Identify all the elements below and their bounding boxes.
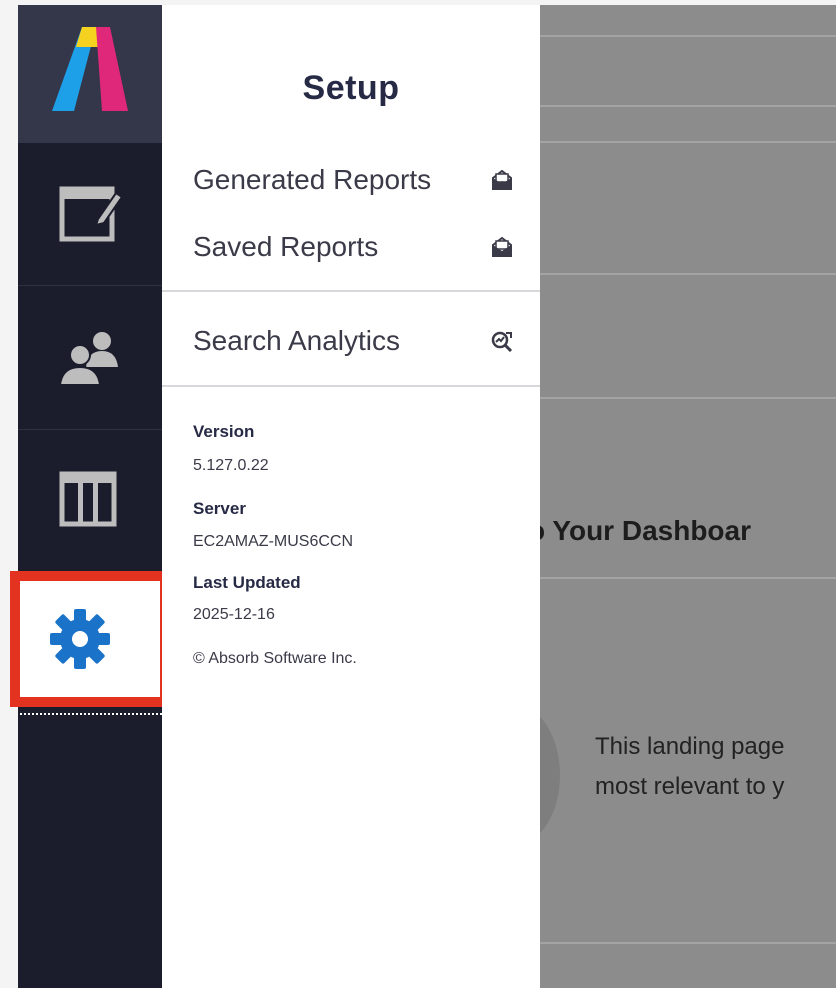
menu-item-search-analytics[interactable]: Search Analytics xyxy=(193,321,513,361)
bg-divider xyxy=(540,397,836,399)
edit-window-icon xyxy=(59,186,124,242)
menu-item-saved-reports[interactable]: Saved Reports xyxy=(193,227,513,267)
menu-divider xyxy=(162,290,540,292)
bg-divider xyxy=(540,141,836,143)
bg-divider xyxy=(540,577,836,579)
dashboard-text: This landing page xyxy=(595,733,785,760)
bg-illustration xyxy=(540,705,560,845)
users-icon xyxy=(58,332,118,386)
last-updated-label: Last Updated xyxy=(193,573,301,592)
menu-item-label: Generated Reports xyxy=(193,164,432,195)
dashboard-heading: o Your Dashboar xyxy=(540,515,752,546)
absorb-logo[interactable] xyxy=(18,5,162,143)
bg-divider xyxy=(540,273,836,275)
setup-panel: Setup Generated Reports Saved Reports Se… xyxy=(162,5,540,988)
columns-icon xyxy=(59,471,117,527)
dashboard-overlay[interactable]: o Your Dashboar This landing page most r… xyxy=(540,5,836,988)
open-envelope-icon xyxy=(492,169,512,190)
version-value: 5.127.0.22 xyxy=(193,457,269,474)
menu-item-generated-reports[interactable]: Generated Reports xyxy=(193,160,513,200)
nav-users[interactable] xyxy=(18,287,162,430)
bg-divider xyxy=(540,105,836,107)
bg-divider xyxy=(540,35,836,37)
nav-setup[interactable] xyxy=(10,571,170,707)
open-envelope-icon xyxy=(492,236,512,257)
nav-edit[interactable] xyxy=(18,143,162,286)
menu-item-label: Saved Reports xyxy=(193,231,379,262)
nav-columns[interactable] xyxy=(18,430,162,573)
copyright-text: © Absorb Software Inc. xyxy=(193,650,357,667)
left-nav-rail xyxy=(10,5,170,988)
menu-item-label: Search Analytics xyxy=(193,325,400,356)
focus-outline xyxy=(20,713,162,715)
server-value: EC2AMAZ-MUS6CCN xyxy=(193,533,354,550)
dashboard-text: most relevant to y xyxy=(595,773,785,800)
absorb-logo-icon xyxy=(52,27,128,111)
search-analytics-icon xyxy=(491,331,513,352)
server-label: Server xyxy=(193,499,246,518)
bg-divider xyxy=(540,942,836,944)
panel-title: Setup xyxy=(302,69,400,107)
last-updated-value: 2025-12-16 xyxy=(193,606,275,623)
version-label: Version xyxy=(193,422,255,441)
gear-icon xyxy=(50,609,110,669)
menu-divider xyxy=(162,385,540,387)
